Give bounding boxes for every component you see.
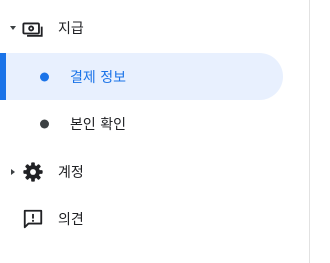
sidebar-divider: [309, 0, 310, 263]
sidebar-item-label: 결제 정보: [70, 69, 126, 86]
sidebar-item-account[interactable]: 계정: [0, 148, 283, 196]
sidebar-item-label: 의견: [58, 212, 84, 228]
selected-indicator: [0, 53, 6, 100]
sidebar-item-payments[interactable]: 지급: [0, 4, 283, 52]
gear-icon: [22, 161, 44, 183]
bullet-icon: [40, 119, 49, 129]
bullet-icon: [40, 72, 49, 81]
sidebar-item-identity-verification[interactable]: 본인 확인: [0, 100, 283, 148]
sidebar-item-label: 본인 확인: [70, 117, 126, 133]
sidebar-item-feedback[interactable]: 의견: [0, 195, 283, 243]
chevron-down-icon[interactable]: [10, 26, 16, 30]
sidebar-item-payment-info[interactable]: 결제 정보: [0, 53, 283, 100]
sidebar-nav: 지급 결제 정보 본인 확인 계정 의견: [0, 0, 309, 263]
sidebar-item-label: 지급: [58, 21, 84, 37]
payments-icon: [22, 17, 44, 39]
chevron-right-icon[interactable]: [11, 169, 15, 175]
sidebar-item-label: 계정: [58, 165, 84, 181]
feedback-icon: [22, 208, 44, 230]
